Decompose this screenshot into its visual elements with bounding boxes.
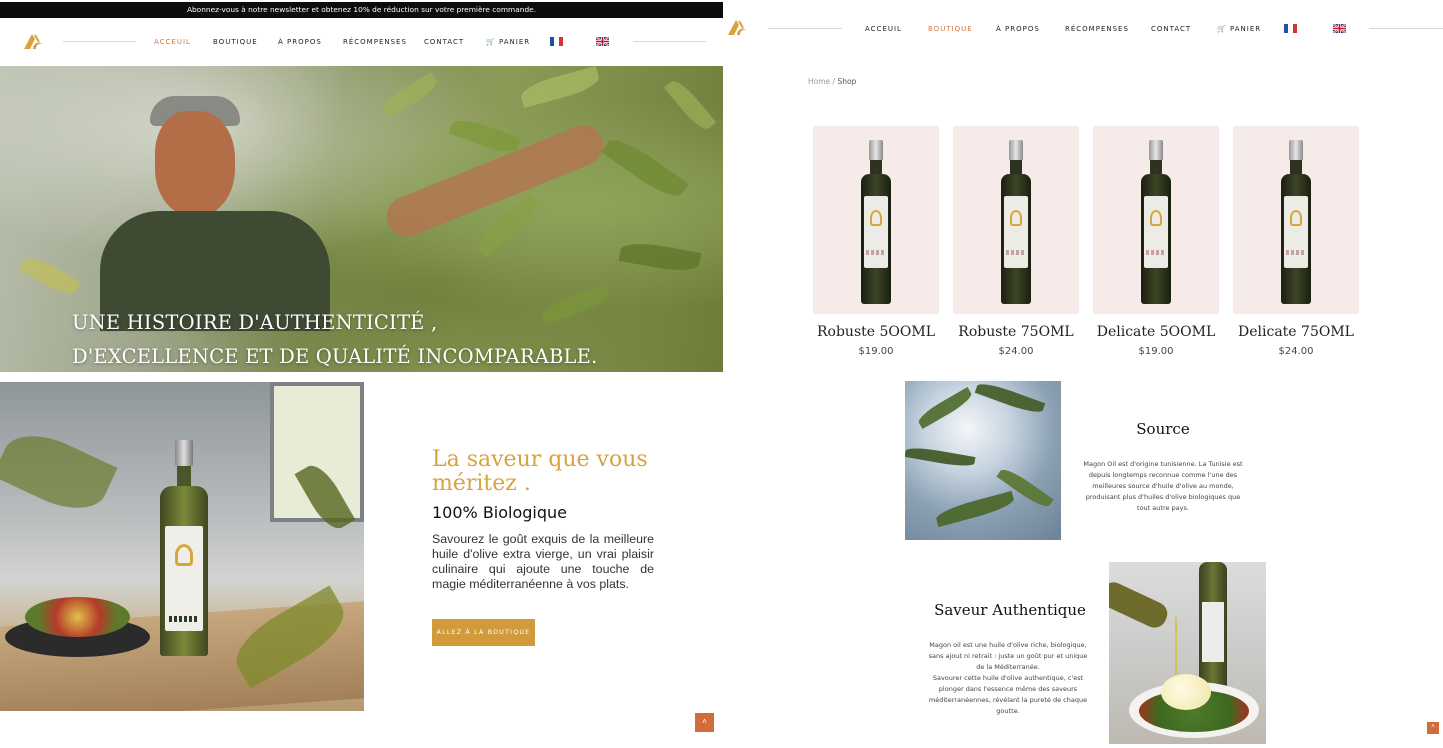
authentic-paragraph-2: Savourer cette huile d'olive authentique…: [928, 674, 1088, 715]
breadcrumb-separator: /: [832, 77, 836, 86]
nav-panier-label: PANIER: [1229, 25, 1262, 33]
flavor-heading: La saveur que vous méritez .: [432, 447, 648, 496]
nav-panier-label: PANIER: [498, 38, 531, 46]
product-price: $19.00: [1138, 346, 1174, 357]
farmer-figure: [100, 96, 330, 331]
fr-flag-icon[interactable]: [550, 37, 563, 46]
nav-a-propos[interactable]: À PROPOS: [278, 38, 322, 46]
product-price: $19.00: [858, 346, 894, 357]
source-description: Magon Oil est d'origine tunisienne. La T…: [1083, 460, 1243, 512]
nav-boutique[interactable]: BOUTIQUE: [928, 25, 973, 33]
breadcrumb-current: Shop: [837, 77, 857, 86]
product-image[interactable]: [1233, 126, 1359, 314]
product-card[interactable]: Delicate 5OOML $19.00: [1093, 126, 1219, 357]
breadcrumb-home-link[interactable]: Home: [808, 77, 830, 86]
nav-boutique[interactable]: BOUTIQUE: [213, 38, 258, 46]
product-card[interactable]: Delicate 75OML $24.00: [1233, 126, 1359, 357]
nav-panier[interactable]: 🛒 PANIER: [1217, 25, 1261, 33]
product-name[interactable]: Robuste 75OML: [953, 324, 1079, 340]
authentic-flavor-description: Magon oil est une huile d'olive riche, b…: [926, 640, 1090, 717]
nav-a-propos[interactable]: À PROPOS: [996, 25, 1040, 33]
product-image[interactable]: [953, 126, 1079, 314]
header-divider-left: [63, 41, 136, 42]
magon-logo-icon[interactable]: [21, 31, 45, 51]
header-divider-right: [1369, 28, 1443, 29]
home-page-screenshot: Abonnez-vous à notre newsletter et obten…: [0, 0, 723, 748]
fr-flag-icon[interactable]: [1284, 24, 1297, 33]
header-divider-left: [768, 28, 842, 29]
nav-acceuil[interactable]: ACCEUIL: [154, 38, 191, 46]
hero-title-line-2: D'EXCELLENCE ET DE QUALITÉ INCOMPARABLE.: [72, 345, 598, 368]
organic-subheading: 100% Biologique: [432, 503, 568, 522]
authentic-flavor-heading: Saveur Authentique: [934, 601, 1086, 619]
go-to-shop-button[interactable]: ALLEZ À LA BOUTIQUE: [432, 619, 535, 646]
product-image[interactable]: [1093, 126, 1219, 314]
en-flag-icon[interactable]: [596, 37, 609, 46]
flavor-description: Savourez le goût exquis de la meilleure …: [432, 532, 654, 591]
olive-oil-kitchen-photo: [0, 382, 364, 711]
en-flag-icon[interactable]: [1333, 24, 1346, 33]
product-price: $24.00: [998, 346, 1034, 357]
hero-title-line-1: UNE HISTOIRE D'AUTHENTICITÉ ,: [72, 311, 438, 334]
scroll-to-top-button[interactable]: ˄: [695, 713, 714, 732]
product-card[interactable]: Robuste 75OML $24.00: [953, 126, 1079, 357]
shop-page-screenshot: ACCEUIL BOUTIQUE À PROPOS RÉCOMPENSES CO…: [723, 0, 1443, 748]
product-name[interactable]: Delicate 5OOML: [1093, 324, 1219, 340]
nav-contact[interactable]: CONTACT: [1151, 25, 1191, 33]
product-name[interactable]: Robuste 5OOML: [813, 324, 939, 340]
product-bottle-image: [160, 440, 208, 656]
cart-icon: 🛒: [1217, 25, 1227, 33]
scroll-to-top-button[interactable]: ˄: [1427, 722, 1439, 734]
nav-contact[interactable]: CONTACT: [424, 38, 464, 46]
chevron-up-icon: ˄: [1431, 724, 1435, 730]
announcement-text: Abonnez-vous à notre newsletter et obten…: [186, 5, 537, 14]
nav-panier[interactable]: 🛒 PANIER: [486, 38, 530, 46]
hero-banner: UNE HISTOIRE D'AUTHENTICITÉ , D'EXCELLEN…: [0, 66, 723, 372]
magon-logo-icon[interactable]: [725, 17, 749, 37]
olive-branch-photo: [905, 381, 1061, 540]
breadcrumb: Home / Shop: [808, 77, 856, 86]
product-name[interactable]: Delicate 75OML: [1233, 324, 1359, 340]
burrata-plate-photo: [1109, 562, 1266, 744]
product-card[interactable]: Robuste 5OOML $19.00: [813, 126, 939, 357]
product-image[interactable]: [813, 126, 939, 314]
header-divider-right: [633, 41, 706, 42]
source-heading: Source: [1136, 420, 1190, 438]
hero-title: UNE HISTOIRE D'AUTHENTICITÉ , D'EXCELLEN…: [72, 306, 598, 372]
newsletter-announcement-bar[interactable]: Abonnez-vous à notre newsletter et obten…: [0, 2, 723, 18]
cart-icon: 🛒: [486, 38, 496, 46]
chevron-up-icon: ˄: [702, 717, 707, 726]
nav-recompenses[interactable]: RÉCOMPENSES: [343, 38, 407, 46]
nav-recompenses[interactable]: RÉCOMPENSES: [1065, 25, 1129, 33]
authentic-paragraph-1: Magon oil est une huile d'olive riche, b…: [928, 641, 1088, 671]
nav-acceuil[interactable]: ACCEUIL: [865, 25, 902, 33]
product-price: $24.00: [1278, 346, 1314, 357]
